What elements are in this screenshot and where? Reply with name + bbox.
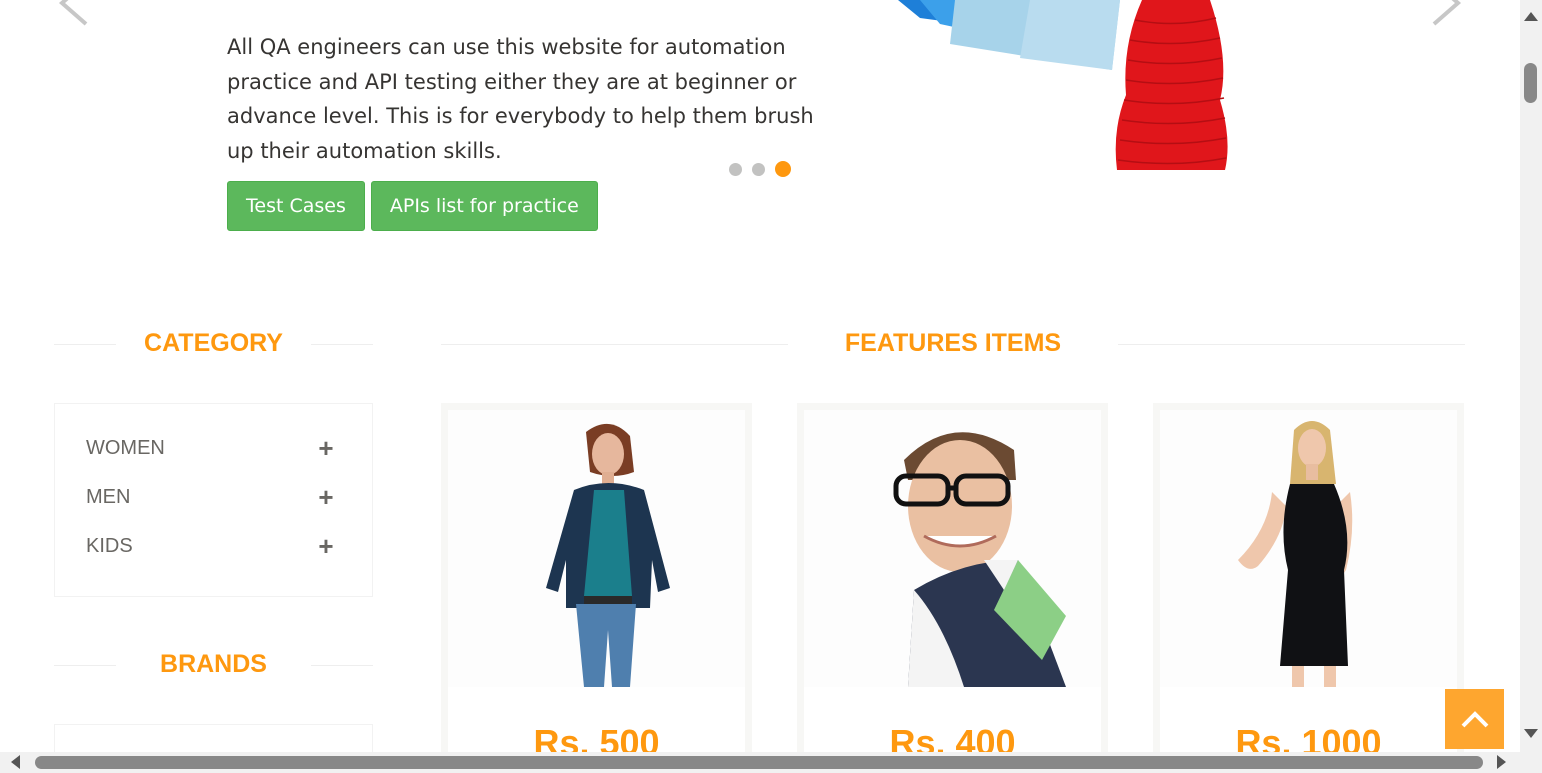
product-image[interactable] [1160,410,1457,687]
category-title-line-left [54,344,116,345]
carousel-dot[interactable] [729,162,742,176]
page-viewport: All QA engineers can use this website fo… [0,0,1520,752]
carousel-indicators [729,161,791,177]
vertical-scrollbar[interactable] [1520,0,1542,752]
scroll-left-arrow-icon[interactable] [11,755,20,769]
category-panel: WOMEN + MEN + KIDS + [54,403,373,597]
hero-buttons: Test Cases APIs list for practice [227,181,598,231]
product-card-inner: Rs. 500 [448,410,745,752]
plus-icon[interactable]: + [316,531,336,562]
carousel-prev-button[interactable] [52,0,92,26]
category-title: CATEGORY [144,329,283,357]
features-title: FEATURES ITEMS [844,329,1062,357]
product-image[interactable] [804,410,1101,687]
carousel-dot[interactable] [752,162,765,176]
scroll-down-arrow-icon[interactable] [1524,729,1538,738]
category-item-men[interactable]: MEN + [86,482,336,512]
scroll-up-arrow-icon[interactable] [1524,12,1538,21]
features-title-line-left [441,344,788,345]
horizontal-scrollbar-thumb[interactable] [35,756,1483,769]
category-label: MEN [86,485,131,508]
hero-description: All QA engineers can use this website fo… [227,35,814,163]
brands-title-line-left [54,665,116,666]
category-label: WOMEN [86,436,165,459]
category-item-women[interactable]: WOMEN + [86,433,336,463]
product-card: Rs. 1000 [1153,403,1464,752]
product-card-inner: Rs. 1000 [1160,410,1457,752]
product-card: Rs. 400 [797,403,1108,752]
vertical-scrollbar-thumb[interactable] [1524,63,1537,103]
plus-icon[interactable]: + [316,482,336,513]
carousel-next-button[interactable] [1428,0,1468,26]
product-price: Rs. 1000 [1235,722,1382,752]
product-price: Rs. 400 [889,722,1016,752]
product-price: Rs. 500 [533,722,660,752]
scroll-up-button[interactable] [1445,689,1504,749]
features-title-line-right [1118,344,1465,345]
brands-title: BRANDS [160,650,267,678]
chevron-left-icon [58,0,88,26]
chevron-right-icon [1432,0,1462,26]
product-card-inner: Rs. 400 [804,410,1101,752]
scrollbar-corner [1520,752,1542,773]
chevron-up-icon [1461,711,1488,728]
category-item-kids[interactable]: KIDS + [86,531,336,561]
category-title-line-right [311,344,373,345]
plus-icon[interactable]: + [316,433,336,464]
product-card: Rs. 500 [441,403,752,752]
product-image[interactable] [448,410,745,687]
carousel-dot-active[interactable] [775,161,791,177]
category-label: KIDS [86,534,133,557]
hero-image [880,0,1340,170]
brands-panel [54,724,373,752]
brands-title-line-right [311,665,373,666]
apis-list-button[interactable]: APIs list for practice [370,181,598,231]
test-cases-button[interactable]: Test Cases [227,181,365,231]
scroll-right-arrow-icon[interactable] [1497,755,1506,769]
